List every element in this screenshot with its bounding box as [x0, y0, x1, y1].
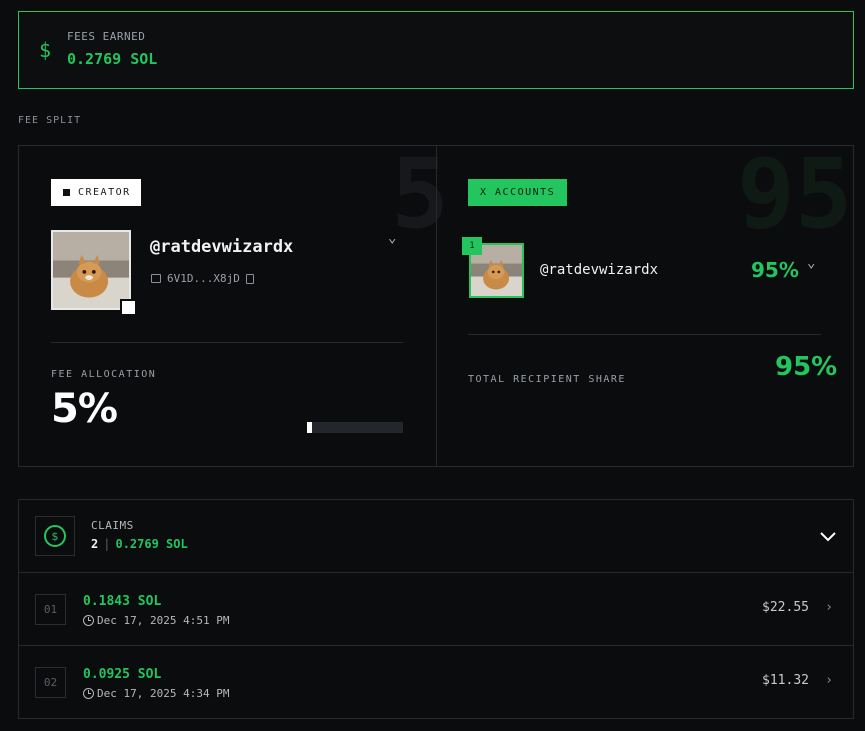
- fee-split-panel: 5 95 CREATOR @ratdevwizardx 6V1D...X8jD …: [18, 145, 854, 467]
- creator-address-text: 6V1D...X8jD: [167, 272, 240, 285]
- claims-count: 2: [91, 537, 99, 551]
- coin-icon: $: [44, 525, 66, 547]
- accounts-divider: [468, 334, 821, 335]
- creator-bg-number: 5: [391, 145, 449, 250]
- claim-amount: 0.1843 SOL: [83, 594, 162, 609]
- account-index-badge: 1: [462, 237, 482, 255]
- fee-allocation-value: 5%: [51, 386, 118, 432]
- clock-icon: [83, 688, 94, 699]
- x-accounts-badge-label: X ACCOUNTS: [480, 187, 556, 198]
- creator-divider: [51, 342, 403, 343]
- claims-title: CLAIMS: [91, 519, 134, 532]
- creator-handle[interactable]: @ratdevwizardx: [150, 237, 293, 257]
- claim-usd: $11.32: [762, 673, 809, 688]
- chevron-down-icon[interactable]: ⌄: [388, 230, 396, 246]
- dollar-icon: $: [39, 38, 52, 62]
- creator-avatar: [51, 230, 131, 310]
- chevron-down-icon[interactable]: [818, 526, 838, 546]
- total-recipient-share-label: TOTAL RECIPIENT SHARE: [468, 374, 626, 385]
- wallet-icon: [151, 274, 161, 283]
- chevron-down-icon[interactable]: ⌄: [807, 255, 815, 271]
- total-recipient-share-value: 95%: [775, 352, 838, 382]
- clock-icon: [83, 615, 94, 626]
- accounts-bg-number: 95: [737, 145, 853, 250]
- creator-badge: CREATOR: [51, 179, 141, 206]
- chevron-right-icon[interactable]: ›: [825, 673, 833, 688]
- creator-badge-label: CREATOR: [78, 187, 131, 198]
- avatar-status-badge: [120, 299, 137, 316]
- fee-allocation-bar: [307, 422, 403, 433]
- claim-usd: $22.55: [762, 600, 809, 615]
- claim-amount: 0.0925 SOL: [83, 667, 162, 682]
- account-percent: 95%: [751, 258, 799, 282]
- fees-earned-label: FEES EARNED: [67, 30, 146, 43]
- fee-allocation-bar-fill: [307, 422, 312, 433]
- claim-time-text: Dec 17, 2025 4:51 PM: [97, 614, 230, 627]
- fees-earned-card: $ FEES EARNED 0.2769 SOL: [18, 11, 854, 89]
- claims-total: 0.2769 SOL: [115, 537, 188, 551]
- claim-index: 01: [35, 594, 66, 625]
- claim-row[interactable]: 02 0.0925 SOL Dec 17, 2025 4:34 PM $11.3…: [19, 646, 853, 719]
- chevron-right-icon[interactable]: ›: [825, 600, 833, 615]
- fees-earned-value: 0.2769 SOL: [67, 50, 158, 68]
- panel-divider: [436, 146, 437, 466]
- fee-split-label: FEE SPLIT: [18, 115, 82, 126]
- coin-icon-box: $: [35, 516, 75, 556]
- cat-avatar-image: [53, 232, 129, 308]
- claims-summary: 2 | 0.2769 SOL: [91, 537, 188, 551]
- claim-time: Dec 17, 2025 4:34 PM: [83, 687, 229, 700]
- account-handle[interactable]: @ratdevwizardx: [540, 262, 658, 278]
- fee-allocation-label: FEE ALLOCATION: [51, 369, 157, 380]
- claim-row[interactable]: 01 0.1843 SOL Dec 17, 2025 4:51 PM $22.5…: [19, 573, 853, 646]
- creator-address: 6V1D...X8jD: [151, 272, 254, 285]
- claim-time-text: Dec 17, 2025 4:34 PM: [97, 687, 230, 700]
- claim-index: 02: [35, 667, 66, 698]
- claims-header[interactable]: $ CLAIMS 2 | 0.2769 SOL: [19, 500, 853, 573]
- copy-icon[interactable]: [245, 273, 254, 284]
- claims-panel: $ CLAIMS 2 | 0.2769 SOL 01 0.1843 SOL Dec …: [18, 499, 854, 719]
- x-accounts-badge: X ACCOUNTS: [468, 179, 567, 206]
- claim-time: Dec 17, 2025 4:51 PM: [83, 614, 229, 627]
- square-icon: [63, 189, 70, 196]
